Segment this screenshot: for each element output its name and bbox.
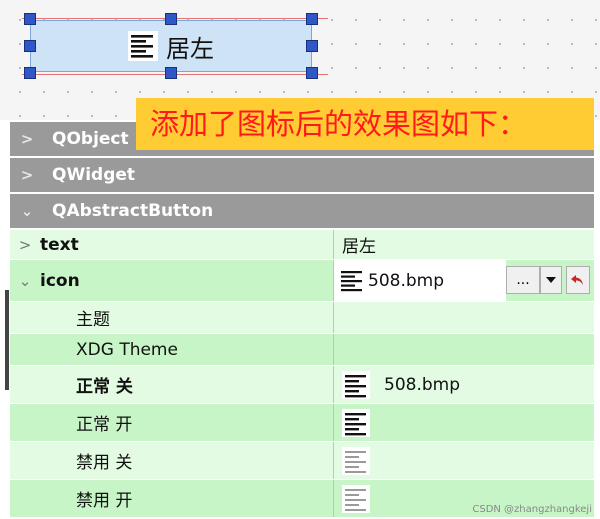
chevron-down-icon bbox=[546, 277, 556, 283]
chevron-right-icon[interactable]: > bbox=[10, 236, 40, 254]
splitter-edge bbox=[5, 290, 9, 390]
icon-file-name: 508.bmp bbox=[368, 270, 444, 291]
chevron-right-icon: > bbox=[20, 166, 34, 184]
chevron-right-icon: > bbox=[20, 130, 34, 148]
group-name: QWidget bbox=[52, 165, 136, 185]
property-value[interactable]: 508.bmp bbox=[384, 375, 460, 395]
align-left-icon bbox=[341, 270, 362, 291]
property-row-normal-on[interactable]: 正常 开 bbox=[10, 404, 594, 442]
align-left-icon bbox=[342, 408, 370, 437]
align-left-icon bbox=[128, 31, 158, 61]
resize-handle-left[interactable] bbox=[24, 40, 36, 52]
resize-handle-top[interactable] bbox=[165, 13, 177, 25]
align-left-disabled-icon bbox=[342, 446, 370, 475]
dropdown-button[interactable] bbox=[540, 266, 562, 294]
group-name: QObject bbox=[52, 129, 129, 149]
resize-handle-bottom[interactable] bbox=[165, 67, 177, 79]
chevron-down-icon[interactable]: ⌄ bbox=[10, 272, 40, 290]
property-name: 正常 开 bbox=[76, 415, 133, 435]
property-row-xdg-theme[interactable]: XDG Theme bbox=[10, 334, 594, 366]
property-name: XDG Theme bbox=[76, 339, 178, 360]
chevron-down-icon: ⌄ bbox=[20, 202, 34, 220]
reset-arrow-icon bbox=[571, 275, 583, 285]
resize-handle-bottom-left[interactable] bbox=[24, 67, 36, 79]
property-editor: > QObject > QWidget ⌄ QAbstractButton > … bbox=[10, 122, 594, 519]
property-value[interactable]: 居左 bbox=[342, 232, 376, 257]
browse-button[interactable]: ... bbox=[506, 266, 540, 294]
property-row-theme[interactable]: 主题 bbox=[10, 302, 594, 334]
property-row-disabled-off[interactable]: 禁用 关 bbox=[10, 442, 594, 480]
group-qwidget[interactable]: > QWidget bbox=[10, 158, 594, 192]
group-qabstractbutton[interactable]: ⌄ QAbstractButton bbox=[10, 194, 594, 228]
icon-value-field[interactable]: 508.bmp bbox=[334, 260, 506, 301]
property-row-normal-off[interactable]: 正常 关 508.bmp bbox=[10, 366, 594, 404]
reset-button[interactable] bbox=[566, 266, 590, 294]
property-name: 主题 bbox=[76, 310, 110, 330]
property-row-text[interactable]: > text 居左 bbox=[10, 230, 594, 260]
resize-handle-right[interactable] bbox=[306, 40, 318, 52]
resize-handle-top-left[interactable] bbox=[24, 13, 36, 25]
property-name: 禁用 关 bbox=[76, 453, 133, 473]
property-name: 禁用 开 bbox=[76, 491, 133, 511]
property-row-icon[interactable]: ⌄ icon 508.bmp ... bbox=[10, 260, 594, 302]
align-left-icon bbox=[342, 370, 370, 399]
push-button-preview[interactable]: 居左 bbox=[30, 20, 312, 72]
group-name: QAbstractButton bbox=[52, 201, 214, 221]
resize-handle-bottom-right[interactable] bbox=[306, 67, 318, 79]
align-left-disabled-icon bbox=[342, 484, 370, 513]
watermark: CSDN @zhangzhangkeji bbox=[472, 504, 592, 515]
property-name: icon bbox=[40, 270, 80, 291]
property-name: text bbox=[40, 234, 79, 255]
resize-handle-top-right[interactable] bbox=[306, 13, 318, 25]
property-name: 正常 关 bbox=[76, 377, 133, 397]
push-button-label: 居左 bbox=[166, 34, 214, 63]
annotation-banner: 添加了图标后的效果图如下： bbox=[136, 98, 594, 150]
